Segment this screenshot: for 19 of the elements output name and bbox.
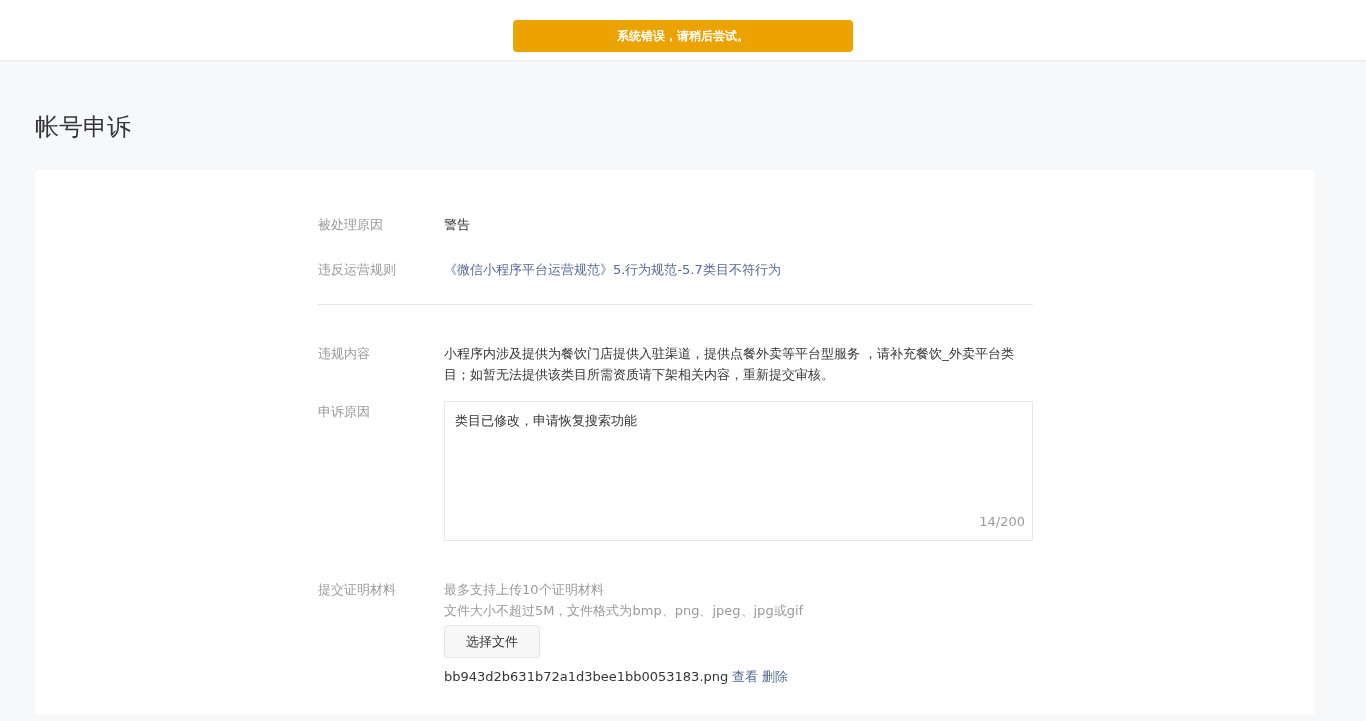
file-name: bb943d2b631b72a1d3bee1bb0053183.png (444, 667, 729, 686)
error-alert: 系统错误，请稍后尝试。 (513, 20, 853, 52)
field-label: 申诉原因 (318, 402, 371, 421)
char-counter: 14/200 (979, 512, 1025, 531)
field-value: 警告 (444, 215, 470, 234)
choose-file-button[interactable]: 选择文件 (444, 624, 540, 658)
textarea-value: 类目已修改，申请恢复搜索功能 (455, 412, 637, 428)
page-title: 帐号申诉 (35, 113, 132, 142)
field-label: 被处理原因 (318, 215, 384, 234)
file-action-link[interactable]: 查看 (732, 665, 759, 687)
field-label: 违规内容 (318, 344, 371, 363)
file-action-link[interactable]: 删除 (762, 665, 789, 687)
hint-text: 最多支持上传10个证明材料 (444, 580, 604, 599)
field-label: 提交证明材料 (318, 580, 397, 599)
violation-text: 小程序内涉及提供为餐饮门店提供入驻渠道，提供点餐外卖等平台型服务 ，请补充餐饮_外卖平台类目；如暂无法提供该类目所需资质请下架相关内容，重新提交审核。 (444, 344, 1015, 384)
rule-link[interactable]: 《微信小程序平台运营规范》5.行为规范-5.7类目不符行为 (444, 258, 781, 280)
hint-text: 文件大小不超过5M，文件格式为bmp、png、jpeg、jpg或gif (444, 601, 804, 620)
field-label: 违反运营规则 (318, 260, 397, 279)
appeal-textarea[interactable]: 类目已修改，申请恢复搜索功能 14/200 (444, 400, 1033, 541)
